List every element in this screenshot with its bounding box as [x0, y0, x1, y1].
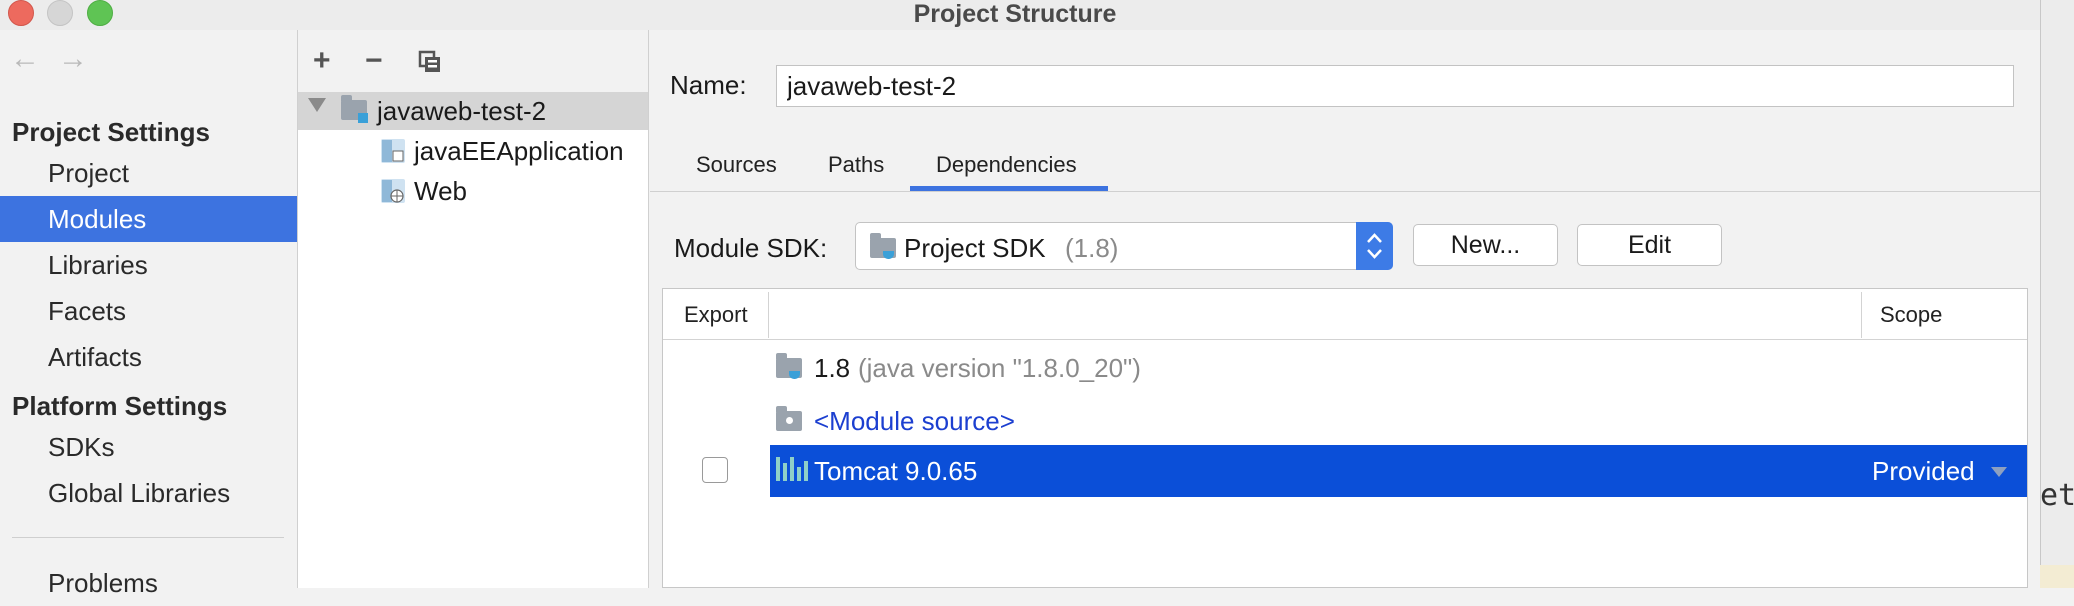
web-facet-icon — [381, 179, 405, 203]
sidebar-item-global-libraries[interactable]: Global Libraries — [0, 470, 297, 516]
module-tree-toolbar — [298, 30, 648, 92]
sidebar-item-project[interactable]: Project — [0, 150, 297, 196]
tab-sources[interactable]: Sources — [696, 152, 777, 178]
dependency-tomcat-name[interactable]: Tomcat 9.0.65 — [814, 456, 977, 487]
sidebar-item-problems[interactable]: Problems — [0, 560, 297, 606]
sidebar-item-sdks[interactable]: SDKs — [0, 424, 297, 470]
remove-icon[interactable]: − — [365, 44, 383, 78]
sidebar-item-facets[interactable]: Facets — [0, 288, 297, 334]
dependency-jdk-detail: (java version "1.8.0_20") — [858, 353, 1141, 383]
column-header-export[interactable]: Export — [684, 302, 748, 328]
module-name-field[interactable] — [776, 65, 2014, 107]
sidebar-divider — [12, 537, 284, 538]
background-window-corner — [2040, 565, 2074, 588]
add-icon[interactable]: + — [313, 44, 331, 78]
tab-paths[interactable]: Paths — [828, 152, 884, 178]
column-separator — [768, 292, 769, 338]
sidebar-item-modules[interactable]: Modules — [0, 196, 297, 242]
chevron-down-icon[interactable] — [1991, 467, 2007, 477]
expand-caret-icon[interactable] — [308, 98, 326, 112]
name-label: Name: — [670, 70, 747, 100]
new-sdk-button[interactable]: New... — [1413, 224, 1558, 266]
tab-dependencies[interactable]: Dependencies — [936, 152, 1077, 178]
module-badge-icon — [358, 113, 368, 123]
tree-item-javaee[interactable]: javaEEApplication — [414, 136, 624, 167]
window-title: Project Structure — [913, 0, 1117, 28]
source-dot-icon — [786, 417, 793, 424]
tree-item-root[interactable]: javaweb-test-2 — [377, 96, 546, 127]
export-checkbox[interactable] — [702, 457, 728, 483]
tabs-divider — [650, 191, 2040, 192]
dependency-module-source[interactable]: <Module source> — [814, 406, 1015, 437]
module-sdk-version: (1.8) — [1065, 233, 1119, 263]
dropdown-stepper-icon[interactable] — [1356, 222, 1393, 270]
platform-settings-heading: Platform Settings — [12, 391, 228, 421]
tree-item-web[interactable]: Web — [414, 176, 467, 207]
sidebar-item-artifacts[interactable]: Artifacts — [0, 334, 297, 380]
background-window-text: et — [2040, 478, 2074, 513]
dependency-jdk-name[interactable]: 1.8 — [814, 353, 850, 384]
back-arrow-icon[interactable]: ← — [10, 42, 40, 76]
dependency-scope-value[interactable]: Provided — [1872, 456, 1975, 487]
edit-sdk-button[interactable]: Edit — [1577, 224, 1722, 266]
project-settings-heading: Project Settings — [12, 117, 210, 147]
copy-icon[interactable] — [418, 50, 442, 74]
javaee-facet-icon — [381, 139, 405, 163]
table-header — [663, 289, 2027, 340]
sidebar-item-libraries[interactable]: Libraries — [0, 242, 297, 288]
module-sdk-label: Module SDK: — [674, 233, 828, 263]
column-header-scope[interactable]: Scope — [1880, 302, 1942, 328]
library-icon — [776, 457, 808, 481]
column-separator — [1861, 292, 1862, 338]
module-sdk-value: Project SDK — [904, 233, 1046, 263]
active-tab-indicator — [910, 186, 1108, 191]
forward-arrow-icon[interactable]: → — [58, 42, 88, 76]
